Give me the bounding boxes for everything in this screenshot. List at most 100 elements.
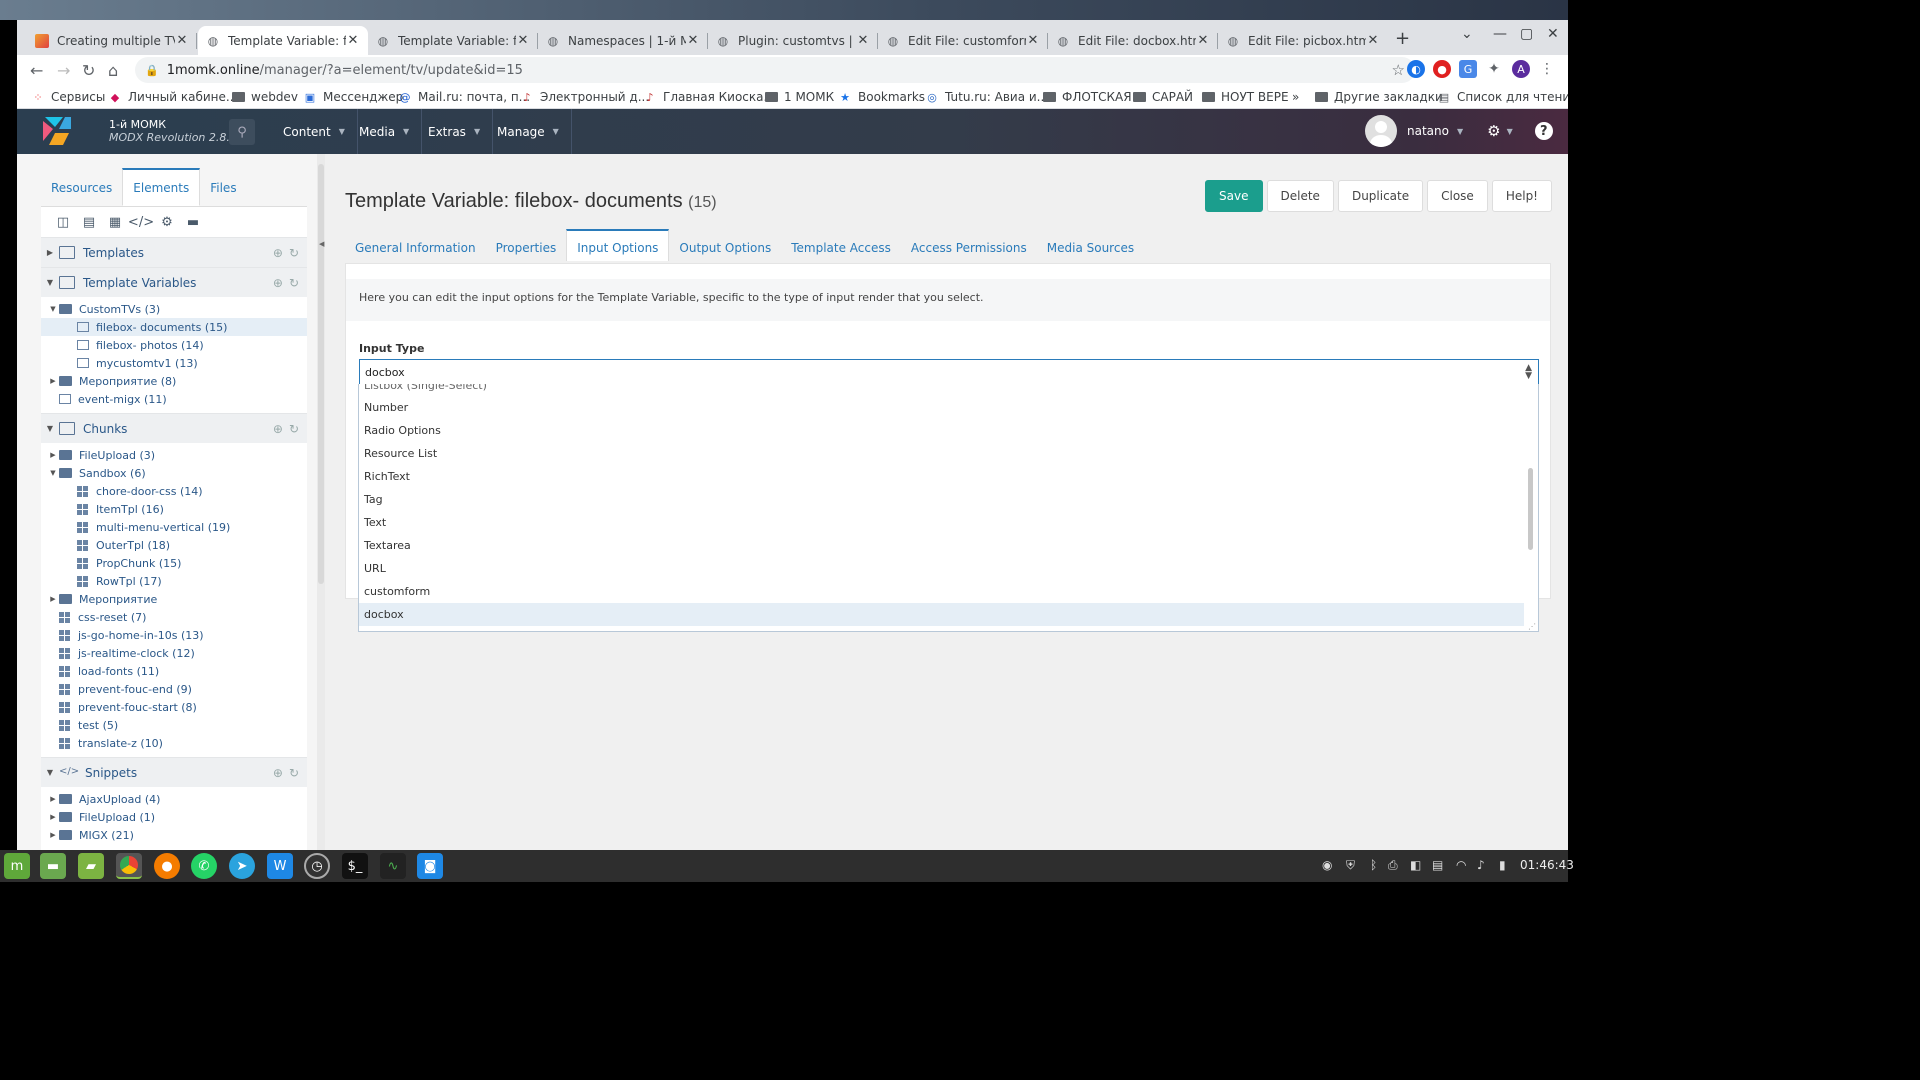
bookmark-folder[interactable]: 1 МОМК (764, 90, 834, 104)
bookmark-star-icon[interactable]: ☆ (1392, 61, 1405, 79)
tree-item[interactable]: ItemTpl (16) (41, 500, 307, 518)
new-category-icon[interactable]: ▬ (185, 215, 201, 230)
browser-tab[interactable]: ◍ Edit File: picbox.htm | 1- ✕ (1218, 26, 1388, 55)
browser-tab[interactable]: ◍ Namespaces | 1-й МОМК ✕ (538, 26, 708, 55)
menu-extras[interactable]: Extras ▼ (416, 109, 494, 154)
printer-icon[interactable]: ⎙ (1388, 858, 1398, 873)
tree-item[interactable]: multi-menu-vertical (19) (41, 518, 307, 536)
close-icon[interactable]: ✕ (516, 33, 530, 48)
expand-arrow-icon[interactable]: ▶ (47, 595, 59, 603)
dropdown-option[interactable]: Textarea (359, 534, 1538, 557)
home-icon[interactable]: ⌂ (108, 61, 118, 80)
add-icon[interactable]: ⊕ (273, 276, 283, 290)
tree-item[interactable]: filebox- photos (14) (41, 336, 307, 354)
whatsapp-icon[interactable]: ✆ (191, 853, 217, 879)
timeshift-icon[interactable]: ◷ (304, 853, 330, 879)
tree-folder[interactable]: ▶ FileUpload (1) (41, 808, 307, 826)
bookmark-item[interactable]: ◆ Личный кабине... (108, 90, 238, 104)
panel-splitter[interactable]: ◀ (317, 154, 325, 850)
close-button[interactable]: Close (1427, 180, 1488, 212)
tab-input-options[interactable]: Input Options (566, 229, 670, 261)
browser-tab[interactable]: ◍ Plugin: customtvs | 1-й М ✕ (708, 26, 878, 55)
close-icon[interactable]: ✕ (175, 33, 189, 48)
bluetooth-icon[interactable]: ᛒ (1370, 858, 1377, 872)
tab-access-permissions[interactable]: Access Permissions (901, 229, 1037, 261)
chrome-tray-icon[interactable]: ◉ (1322, 858, 1332, 872)
tree-folder[interactable]: ▼ Sandbox (6) (41, 464, 307, 482)
new-template-icon[interactable]: ◫ (55, 215, 71, 230)
tab-search-icon[interactable]: ⌄ (1461, 26, 1473, 42)
user-menu[interactable]: natano ▼ ⚙ ▼ ? (1365, 115, 1553, 147)
new-tv-icon[interactable]: ▤ (81, 215, 97, 230)
dropdown-option[interactable]: docbox (359, 603, 1524, 626)
tree-item[interactable]: RowTpl (17) (41, 572, 307, 590)
tab-properties[interactable]: Properties (486, 229, 567, 261)
bookmark-item[interactable]: ◎ Tutu.ru: Авиа и... (925, 90, 1048, 104)
refresh-icon[interactable]: ↻ (289, 422, 299, 436)
bookmark-apps[interactable]: ⁘ Сервисы (31, 90, 105, 104)
new-plugin-icon[interactable]: ⚙ (159, 215, 175, 230)
tree-item[interactable]: PropChunk (15) (41, 554, 307, 572)
menu-content[interactable]: Content ▼ (271, 109, 358, 154)
bookmark-item[interactable]: ♪ Электронный д... (520, 90, 649, 104)
help-icon[interactable]: ? (1534, 122, 1553, 140)
tree-folder[interactable]: ▶ AjaxUpload (4) (41, 790, 307, 808)
save-button[interactable]: Save (1205, 180, 1263, 212)
tree-item[interactable]: prevent-fouc-end (9) (41, 680, 307, 698)
dropdown-option[interactable]: Resource List (359, 442, 1538, 465)
tab-general-information[interactable]: General Information (345, 229, 486, 261)
duplicate-button[interactable]: Duplicate (1337, 180, 1424, 212)
add-icon[interactable]: ⊕ (273, 422, 283, 436)
firefox-icon[interactable]: ● (154, 853, 180, 879)
close-icon[interactable]: ✕ (1366, 33, 1380, 48)
section-templates[interactable]: ▶ Templates ⊕ ↻ (41, 237, 307, 267)
close-icon[interactable]: ✕ (1196, 33, 1210, 48)
keyboard-layout-icon[interactable]: ▤ (1432, 858, 1443, 872)
bookmark-folder[interactable]: ФЛОТСКАЯ (1042, 90, 1132, 104)
show-desktop-icon[interactable]: ▬ (40, 853, 66, 879)
new-chunk-icon[interactable]: ▦ (107, 215, 123, 230)
translate-extension-icon[interactable]: G (1459, 60, 1477, 78)
refresh-icon[interactable]: ↻ (289, 246, 299, 260)
window-close-icon[interactable]: ✕ (1547, 26, 1559, 42)
refresh-icon[interactable]: ↻ (289, 766, 299, 780)
volume-icon[interactable]: ♪ (1477, 858, 1485, 872)
expand-arrow-icon[interactable]: ▶ (47, 377, 59, 385)
telegram-icon[interactable]: ➤ (229, 853, 255, 879)
new-snippet-icon[interactable]: </> (128, 215, 154, 230)
bookmark-item[interactable]: @ Mail.ru: почта, п... (398, 90, 531, 104)
tree-item[interactable]: css-reset (7) (41, 608, 307, 626)
reading-list-button[interactable]: ▤ Список для чтения (1437, 90, 1568, 104)
extensions-puzzle-icon[interactable]: ✦ (1485, 60, 1503, 78)
tree-item[interactable]: test (5) (41, 716, 307, 734)
expand-arrow-icon[interactable]: ▶ (47, 795, 59, 803)
profile-avatar[interactable]: A (1512, 60, 1530, 78)
tree-item[interactable]: OuterTpl (18) (41, 536, 307, 554)
screenshot-icon[interactable]: ◙ (417, 853, 443, 879)
input-type-select[interactable]: docbox ▲ ▼ (359, 359, 1539, 385)
url-field[interactable]: 🔒 1momk.online/manager/?a=element/tv/upd… (135, 57, 1415, 83)
maximize-icon[interactable]: ▢ (1520, 26, 1533, 42)
new-tab-button[interactable]: + (1395, 28, 1410, 49)
battery-icon[interactable]: ▮ (1499, 858, 1506, 872)
chrome-menu-icon[interactable]: ⋮ (1538, 60, 1556, 78)
expand-arrow-icon[interactable]: ▼ (47, 469, 59, 477)
tree-item[interactable]: load-fonts (11) (41, 662, 307, 680)
tab-media-sources[interactable]: Media Sources (1037, 229, 1144, 261)
expand-arrow-icon[interactable]: ▶ (47, 813, 59, 821)
expand-arrow-icon[interactable]: ▶ (47, 451, 59, 459)
forward-icon[interactable]: → (57, 61, 70, 80)
close-icon[interactable]: ✕ (856, 33, 870, 48)
dropdown-option[interactable]: Number (359, 396, 1538, 419)
shield-icon[interactable]: ⛨ (1346, 858, 1355, 873)
tree-folder[interactable]: ▶ MIGX (21) (41, 826, 307, 844)
tree-item[interactable]: event-migx (11) (41, 390, 307, 408)
browser-tab[interactable]: ◍ Edit File: docbox.htm | 1 ✕ (1048, 26, 1218, 55)
bookmark-folder[interactable]: САРАЙ (1132, 90, 1193, 104)
reload-icon[interactable]: ↻ (82, 61, 95, 80)
menu-manage[interactable]: Manage ▼ (485, 109, 572, 154)
back-icon[interactable]: ← (30, 61, 43, 80)
tree-item[interactable]: js-realtime-clock (12) (41, 644, 307, 662)
add-icon[interactable]: ⊕ (273, 246, 283, 260)
tree-item[interactable]: filebox- documents (15) (41, 318, 307, 336)
